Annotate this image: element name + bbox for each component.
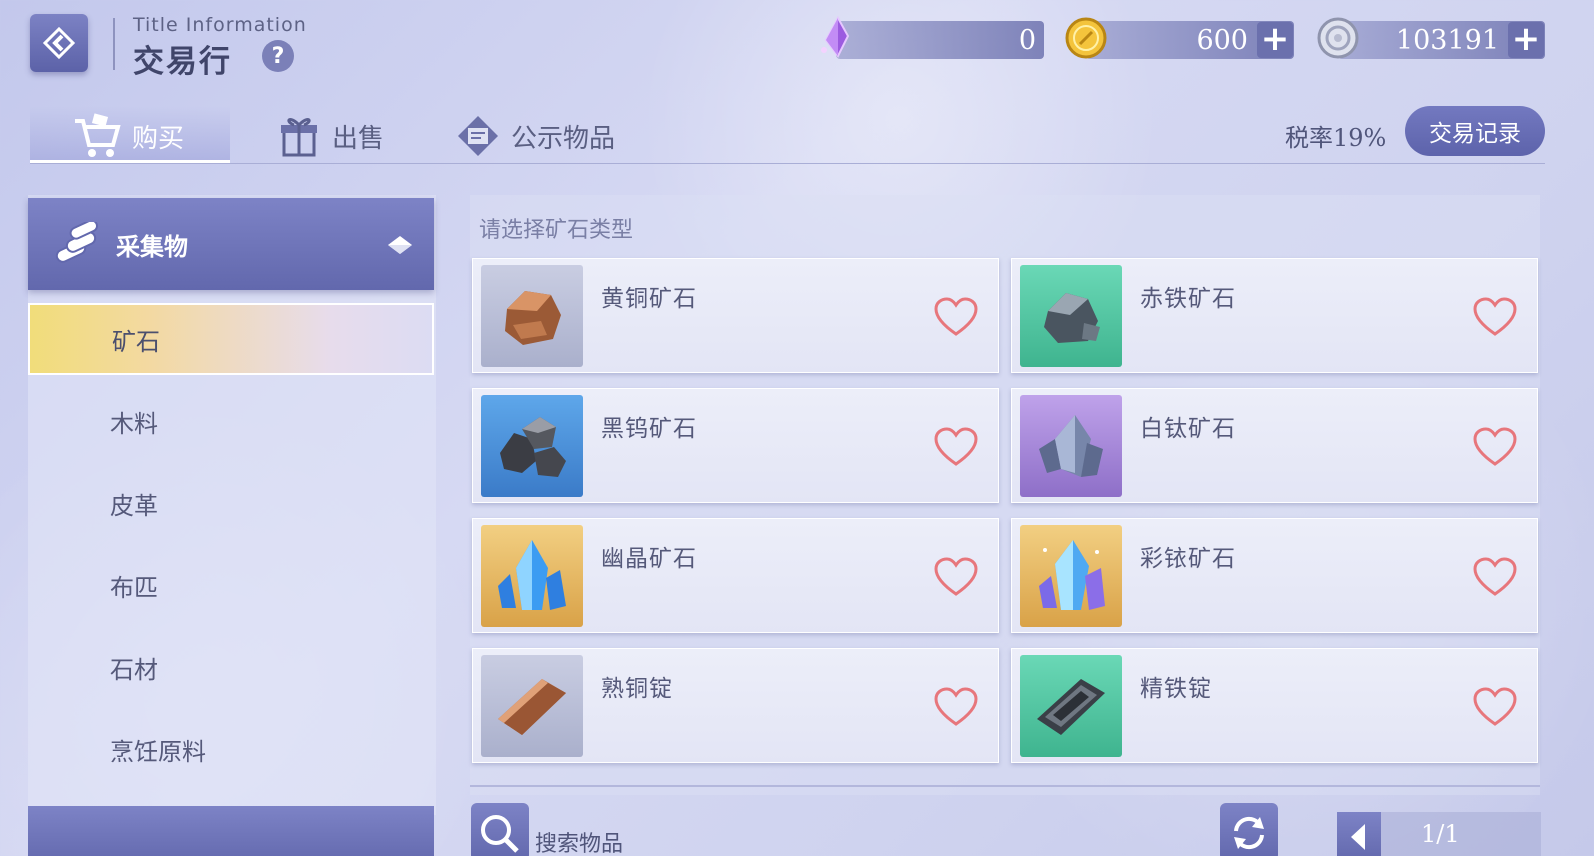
list-bottom-divider	[470, 785, 1540, 787]
iron-ingot-icon	[1020, 655, 1122, 757]
gift-box-icon	[281, 118, 317, 157]
silver-coin-icon	[1317, 17, 1359, 59]
logs-icon	[55, 222, 98, 263]
search-icon	[481, 815, 519, 853]
tungsten-ore-icon	[481, 395, 583, 497]
tab-label: 公示物品	[511, 123, 616, 154]
item-card-copper-ingot[interactable]: 熟铜锭	[472, 648, 999, 763]
currency-amount: 0	[1018, 25, 1036, 56]
gold-coin-icon	[1065, 17, 1107, 59]
blue-crystal-ore-icon	[481, 525, 583, 627]
heart-icon[interactable]	[1473, 557, 1517, 597]
back-arrow-icon	[42, 26, 76, 60]
currency-silver: 103191 +	[1338, 21, 1545, 59]
cart-icon	[75, 113, 121, 157]
item-card-refined-iron-ingot[interactable]: 精铁锭	[1011, 648, 1538, 763]
currency-crystal: 0	[836, 21, 1044, 59]
category-gathering[interactable]: 采集物	[28, 198, 434, 290]
page-title-en: Title Information	[133, 14, 307, 36]
currency-gold: 600 +	[1086, 21, 1294, 59]
heart-icon[interactable]	[934, 687, 978, 727]
refresh-button[interactable]	[1220, 803, 1278, 856]
item-card-rainbow-iridium-ore[interactable]: 彩铱矿石	[1011, 518, 1538, 633]
help-button[interactable]: ?	[262, 40, 294, 72]
item-card-titanium-ore[interactable]: 白钛矿石	[1011, 388, 1538, 503]
trade-log-button[interactable]: 交易记录	[1405, 106, 1545, 156]
search-label: 搜索物品	[535, 832, 624, 856]
item-card-brass-ore[interactable]: 黄铜矿石	[472, 258, 999, 373]
rainbow-crystal-ore-icon	[1020, 525, 1122, 627]
heart-icon[interactable]	[1473, 687, 1517, 727]
item-name: 熟铜锭	[601, 676, 673, 702]
ore-type-prompt: 请选择矿石类型	[479, 218, 634, 243]
category-next[interactable]	[28, 806, 434, 856]
item-name: 白钛矿石	[1140, 416, 1236, 442]
tab-notice[interactable]: 公示物品	[455, 108, 615, 164]
tab-sell[interactable]: 出售	[276, 108, 384, 164]
copper-ingot-icon	[481, 655, 583, 757]
chevron-down-icon	[388, 236, 412, 254]
item-card-dark-crystal-ore[interactable]: 幽晶矿石	[472, 518, 999, 633]
currency-amount: 600	[1196, 25, 1248, 56]
sidebar-item-ore[interactable]: 矿石	[28, 303, 434, 375]
item-name: 赤铁矿石	[1140, 286, 1236, 312]
copper-ore-icon	[481, 265, 583, 367]
item-name: 黄铜矿石	[601, 286, 697, 312]
heart-icon[interactable]	[934, 297, 978, 337]
heart-icon[interactable]	[1473, 297, 1517, 337]
item-name: 黑钨矿石	[601, 416, 697, 442]
item-card-wolframite-ore[interactable]: 黑钨矿石	[472, 388, 999, 503]
heart-icon[interactable]	[934, 557, 978, 597]
category-label: 采集物	[116, 232, 188, 261]
prev-page-button[interactable]	[1337, 812, 1381, 856]
sidebar-item-cooking[interactable]: 烹饪原料	[28, 713, 434, 785]
iron-ore-icon	[1020, 265, 1122, 367]
tab-buy[interactable]: 购买	[72, 108, 184, 164]
titanium-ore-icon	[1020, 395, 1122, 497]
add-gold-button[interactable]: +	[1257, 22, 1293, 58]
page-indicator: 1/1	[1381, 812, 1541, 856]
tab-label: 购买	[132, 123, 185, 154]
title-separator	[113, 18, 115, 70]
back-button[interactable]	[30, 14, 88, 72]
sidebar-item-wood[interactable]: 木料	[28, 385, 434, 457]
item-name: 彩铱矿石	[1140, 546, 1236, 572]
sidebar-item-leather[interactable]: 皮革	[28, 467, 434, 539]
item-name: 幽晶矿石	[601, 546, 697, 572]
tab-label: 出售	[332, 123, 385, 154]
add-silver-button[interactable]: +	[1508, 22, 1544, 58]
sidebar-item-stone[interactable]: 石材	[28, 631, 434, 703]
page-title: 交易行	[133, 44, 232, 80]
tax-rate: 税率19%	[1285, 124, 1387, 152]
item-card-hematite-ore[interactable]: 赤铁矿石	[1011, 258, 1538, 373]
purple-crystal-icon	[821, 16, 850, 58]
notice-board-icon	[458, 116, 498, 156]
search-button[interactable]	[471, 803, 529, 856]
sidebar-item-cloth[interactable]: 布匹	[28, 549, 434, 621]
tab-divider	[30, 163, 1545, 164]
heart-icon[interactable]	[1473, 427, 1517, 467]
refresh-icon	[1234, 816, 1264, 850]
heart-icon[interactable]	[934, 427, 978, 467]
currency-amount: 103191	[1395, 25, 1499, 56]
item-name: 精铁锭	[1140, 676, 1212, 702]
chevron-left-icon	[1351, 824, 1365, 850]
